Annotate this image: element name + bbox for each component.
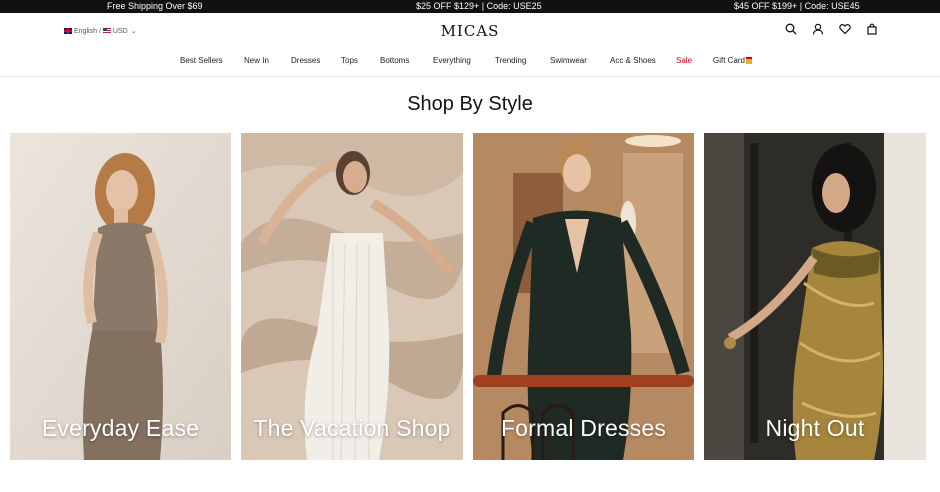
promo-bar: Free Shipping Over $69 $25 OFF $129+ | C… (0, 0, 940, 13)
nav-sale[interactable]: Sale (676, 56, 692, 65)
nav-swimwear[interactable]: Swimwear (550, 56, 587, 65)
style-card-vacation-shop[interactable]: The Vacation Shop (241, 133, 463, 460)
card-label-vacation-shop: The Vacation Shop (253, 415, 451, 441)
nav-gift-card[interactable]: Gift Card (713, 56, 753, 65)
style-card-everyday-ease[interactable]: Everyday Ease (10, 133, 231, 460)
nav-best-sellers[interactable]: Best Sellers (180, 56, 223, 65)
nav-acc-shoes[interactable]: Acc & Shoes (610, 56, 656, 65)
style-card-night-out[interactable]: Night Out (704, 133, 926, 460)
promo-free-shipping[interactable]: Free Shipping Over $69 (107, 0, 203, 13)
nav-bottoms[interactable]: Bottoms (380, 56, 409, 65)
nav-dresses[interactable]: Dresses (291, 56, 320, 65)
promo-code-use45[interactable]: $45 OFF $199+ | Code: USE45 (734, 0, 860, 13)
header-icons (785, 23, 878, 35)
nav-new-in[interactable]: New In (244, 56, 269, 65)
vacation-shop-image (241, 133, 463, 460)
card-label-night-out: Night Out (765, 415, 865, 441)
account-icon[interactable] (812, 23, 824, 35)
card-label-everyday-ease: Everyday Ease (41, 415, 200, 441)
nav-everything[interactable]: Everything (433, 56, 471, 65)
wishlist-heart-icon[interactable] (839, 23, 851, 35)
style-card-formal-dresses[interactable]: Formal Dresses (473, 133, 694, 460)
nav-gift-card-label: Gift Card (713, 56, 746, 65)
cart-bag-icon[interactable] (866, 23, 878, 35)
nav-trending[interactable]: Trending (495, 56, 526, 65)
main-nav: Best Sellers New In Dresses Tops Bottoms… (0, 56, 940, 70)
site-header: English / USD ⌄ MICAS Best Sellers New I… (0, 13, 940, 77)
night-out-image (704, 133, 926, 460)
gift-icon (746, 57, 753, 64)
everyday-ease-image (10, 133, 231, 460)
promo-code-use25[interactable]: $25 OFF $129+ | Code: USE25 (416, 0, 542, 13)
nav-tops[interactable]: Tops (341, 56, 358, 65)
card-label-formal-dresses: Formal Dresses (500, 415, 667, 441)
section-title: Shop By Style (407, 93, 533, 115)
formal-dresses-image (473, 133, 694, 460)
search-icon[interactable] (785, 23, 797, 35)
